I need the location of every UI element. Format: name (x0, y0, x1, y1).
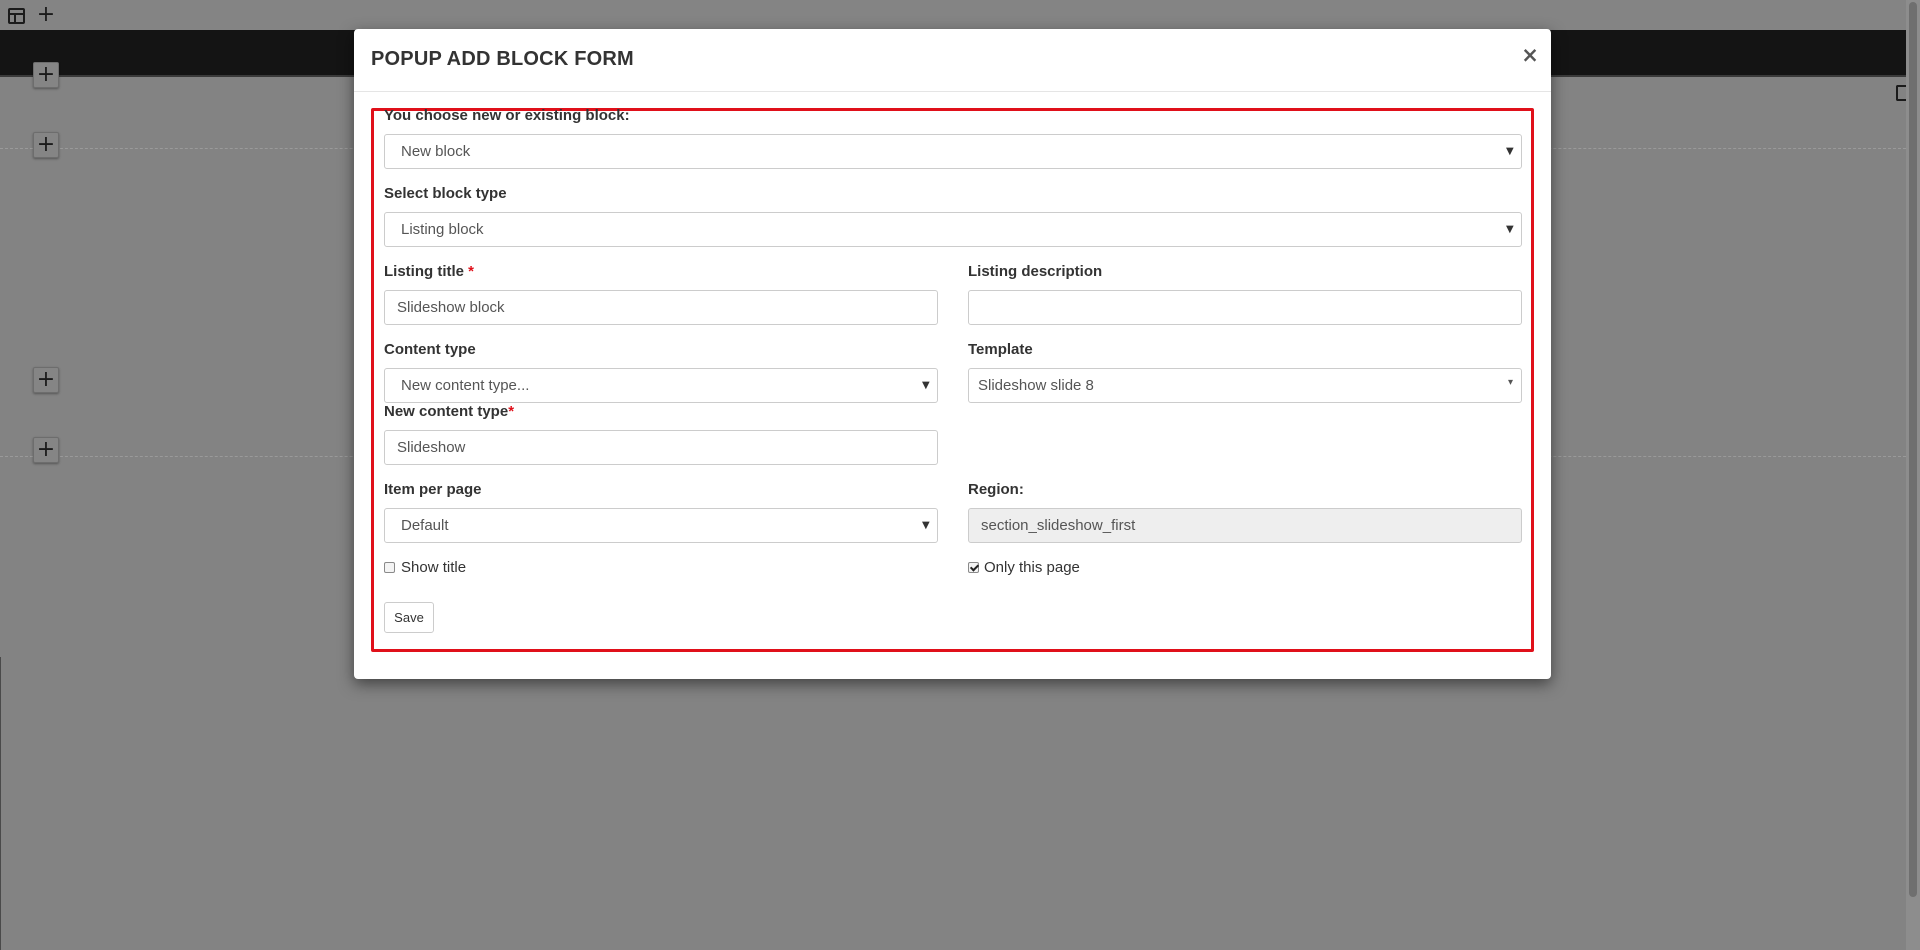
new-content-type-label: New content type* (384, 403, 514, 420)
caret-down-icon: ▼ (922, 380, 930, 391)
block-choice-label: You choose new or existing block: (384, 107, 630, 124)
page-edge (0, 657, 1, 950)
listing-title-value: Slideshow block (397, 299, 505, 316)
block-type-value: Listing block (401, 221, 484, 238)
content-type-value: New content type... (401, 377, 530, 394)
caret-down-icon: ▼ (922, 520, 930, 531)
required-mark: * (468, 263, 475, 280)
item-per-page-label: Item per page (384, 481, 482, 498)
new-content-type-label-text: New content type (384, 403, 509, 420)
block-type-select[interactable]: Listing block ▼ (384, 212, 1522, 247)
content-type-label: Content type (384, 341, 476, 358)
add-section-button[interactable]: + (33, 437, 59, 463)
modal-title: POPUP ADD BLOCK FORM (371, 48, 634, 70)
show-title-label: Show title (401, 559, 467, 576)
add-section-button[interactable]: + (33, 132, 59, 158)
content-type-select[interactable]: New content type... ▼ (384, 368, 938, 403)
caret-down-icon: ▾ (1508, 377, 1514, 388)
modal-header: POPUP ADD BLOCK FORM × (354, 29, 1551, 92)
toolbar-add-button[interactable]: + (33, 2, 59, 28)
close-icon[interactable]: × (1520, 43, 1540, 67)
top-toolbar (0, 0, 1920, 30)
layout-table-icon[interactable] (8, 8, 25, 24)
region-label: Region: (968, 481, 1024, 498)
block-type-label: Select block type (384, 185, 507, 202)
add-section-button[interactable]: + (33, 62, 59, 88)
item-per-page-value: Default (401, 517, 449, 534)
add-block-modal: POPUP ADD BLOCK FORM × You choose new or… (354, 29, 1551, 679)
new-content-type-input[interactable]: Slideshow (384, 430, 938, 465)
caret-down-icon: ▼ (1506, 146, 1514, 157)
listing-title-label-text: Listing title (384, 263, 464, 280)
only-this-page-checkbox[interactable] (968, 562, 979, 573)
block-choice-select[interactable]: New block ▼ (384, 134, 1522, 169)
scrollbar-thumb[interactable] (1909, 2, 1917, 897)
add-section-button[interactable]: + (33, 367, 59, 393)
required-mark: * (508, 403, 515, 420)
template-select[interactable]: Slideshow slide 8 ▾ (968, 368, 1522, 403)
listing-description-input[interactable] (968, 290, 1522, 325)
template-label: Template (968, 341, 1033, 358)
only-this-page-label: Only this page (984, 559, 1080, 576)
region-field: section_slideshow_first (968, 508, 1522, 543)
region-value: section_slideshow_first (981, 517, 1136, 534)
listing-title-label: Listing title * (384, 263, 474, 280)
listing-title-input[interactable]: Slideshow block (384, 290, 938, 325)
save-button[interactable]: Save (384, 602, 434, 633)
listing-description-label: Listing description (968, 263, 1103, 280)
item-per-page-select[interactable]: Default ▼ (384, 508, 938, 543)
show-title-checkbox[interactable] (384, 562, 395, 573)
caret-down-icon: ▼ (1506, 224, 1514, 235)
block-choice-value: New block (401, 143, 471, 160)
new-content-type-value: Slideshow (397, 439, 466, 456)
template-value: Slideshow slide 8 (978, 377, 1094, 394)
